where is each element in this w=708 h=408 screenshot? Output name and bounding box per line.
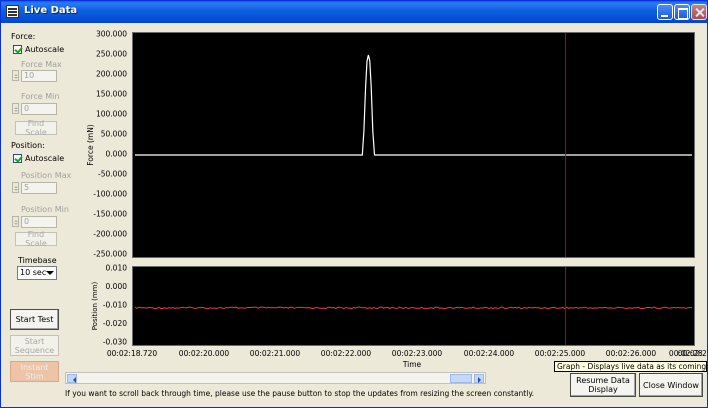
position-axis-label: Position (mm) [91, 281, 99, 330]
force-tick-label: -250.000 [93, 250, 127, 259]
time-tick-label: 00:02:28. [669, 349, 705, 358]
minimize-button[interactable] [657, 4, 673, 20]
position-trace [134, 306, 693, 310]
time-tick-label: 00:02:21.000 [250, 349, 301, 358]
position-tick-label: -0.020 [103, 319, 127, 328]
force-y-axis: 300.000 250.000 200.000 150.000 100.000 50.00… [86, 30, 128, 259]
scroll-thumb[interactable] [450, 374, 472, 383]
position-tick-label: 0.000 [106, 282, 128, 291]
force-trace [135, 54, 692, 156]
graph-tooltip: Graph - Displays live data as its coming… [554, 361, 707, 372]
force-tick-label: 150.000 [96, 90, 127, 99]
force-tick-label: -100.000 [93, 190, 127, 199]
force-tick-label: 100.000 [96, 110, 127, 119]
live-data-window: Live Data Force: Autoscale Force Max 10 … [0, 0, 708, 408]
app-icon [6, 5, 19, 18]
scroll-hint-text: If you want to scroll back through time,… [65, 389, 535, 398]
position-plot-canvas [134, 267, 693, 345]
time-tick-label: 00:02:22.000 [321, 349, 372, 358]
time-axis-label: Time [402, 360, 422, 369]
scroll-right-icon[interactable] [474, 374, 484, 383]
force-tick-label: 250.000 [96, 50, 127, 59]
force-tick-label: 300.000 [96, 30, 127, 39]
position-tick-label: -0.030 [103, 338, 127, 347]
scroll-left-icon[interactable] [67, 374, 77, 383]
time-tick-label: 00:02:23.000 [392, 349, 443, 358]
force-plot-canvas [135, 33, 692, 257]
time-tick-label: 00:02:24.000 [464, 349, 515, 358]
force-axis-label: Force (mN) [86, 124, 95, 166]
title-bar[interactable]: Live Data [1, 1, 707, 23]
force-tick-label: 200.000 [96, 70, 127, 79]
maximize-button[interactable] [674, 4, 690, 20]
position-plot-area[interactable] [132, 266, 695, 346]
position-tick-label: -0.010 [103, 301, 127, 310]
force-tick-label: -150.000 [93, 210, 127, 219]
force-tick-label: -200.000 [93, 230, 127, 239]
close-window-button[interactable]: Close Window [639, 373, 703, 397]
time-tick-label: 00:02:18.720 [107, 349, 158, 358]
close-icon[interactable] [691, 4, 707, 20]
force-tick-label: -50.000 [98, 170, 127, 179]
instant-stim-button[interactable]: Instant Stim [10, 361, 59, 382]
force-plot-area[interactable] [132, 32, 695, 258]
time-tick-label: 00:02:25.000 [535, 349, 586, 358]
force-tick-label: 50.000 [101, 130, 127, 139]
resume-data-display-button[interactable]: Resume Data Display [570, 373, 636, 397]
force-tick-label: 0.000 [106, 150, 128, 159]
position-tick-label: 0.010 [106, 264, 128, 273]
window-title: Live Data [24, 5, 78, 16]
time-tick-label: 00:02:26.000 [606, 349, 657, 358]
position-y-axis: 0.010 0.000 -0.010 -0.020 -0.030 Position (mm… [91, 264, 128, 347]
time-tick-label: 00:02:20.000 [179, 349, 230, 358]
time-scrollbar[interactable] [65, 372, 486, 384]
